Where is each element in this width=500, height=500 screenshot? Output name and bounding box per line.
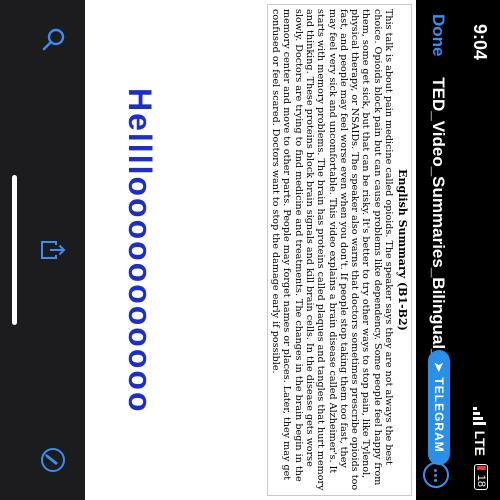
status-indicators: LTE — [472, 406, 488, 456]
telegram-label: TELEGRAM — [432, 377, 446, 453]
battery-level: 18 — [475, 474, 487, 487]
status-bar: 9:04 LTE 18 — [456, 0, 500, 500]
telegram-icon: ➤ — [432, 362, 446, 374]
search-icon[interactable] — [39, 26, 67, 54]
rotated-screen: 9:04 LTE 18 Done TED_Video_Summaries_Bil… — [0, 0, 500, 500]
signal-icon — [473, 406, 487, 425]
battery-fill — [477, 466, 486, 470]
overlay-text: Hellllooooooooooo — [122, 88, 158, 414]
network-label: LTE — [472, 430, 488, 456]
battery-icon: 18 — [474, 464, 488, 490]
more-options-icon[interactable] — [423, 462, 449, 488]
status-time: 9:04 — [470, 24, 490, 61]
done-button[interactable]: Done — [428, 14, 448, 57]
summary-text: This talk is about pain medicine called … — [270, 9, 394, 491]
document-view[interactable]: English Summary (B1-B2) This talk is abo… — [85, 0, 416, 500]
phone-screen: 9:04 LTE 18 Done TED_Video_Summaries_Bil… — [0, 0, 500, 500]
telegram-badge[interactable]: ➤ TELEGRAM — [428, 350, 450, 465]
nav-bar: Done TED_Video_Summaries_Bilingual_... ➤… — [416, 0, 456, 500]
document-page: English Summary (B1-B2) This talk is abo… — [266, 4, 412, 496]
share-icon[interactable] — [39, 236, 67, 264]
bottom-toolbar — [0, 0, 85, 500]
document-title: TED_Video_Summaries_Bilingual_... — [429, 77, 448, 373]
markup-icon[interactable] — [39, 446, 67, 474]
home-indicator[interactable] — [12, 175, 17, 325]
summary-title: English Summary (B1-B2) — [396, 169, 409, 331]
